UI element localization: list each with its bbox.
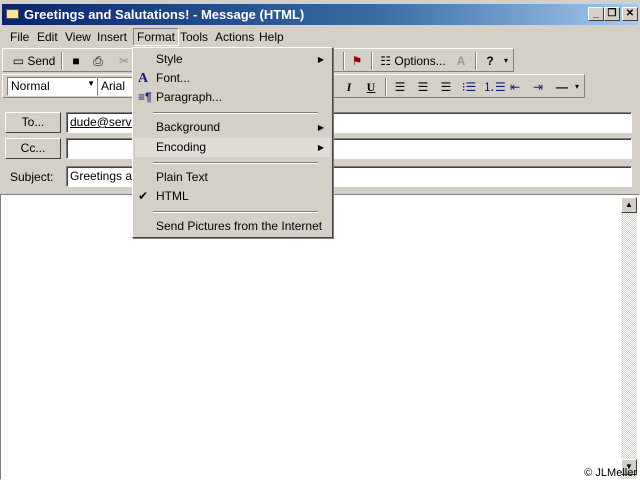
submenu-arrow-icon: ▶ bbox=[317, 143, 324, 152]
menu-item-send-pictures[interactable]: Send Pictures from the Internet bbox=[135, 217, 330, 236]
send-button[interactable]: ▭ Send bbox=[11, 52, 57, 70]
print-icon[interactable]: ⎙ bbox=[89, 52, 107, 70]
bullets-icon[interactable]: ⁝☰ bbox=[460, 78, 478, 96]
menu-item-paragraph[interactable]: ≡¶ Paragraph... bbox=[135, 88, 330, 107]
options-button[interactable]: ☷ Options... bbox=[377, 52, 449, 70]
save-icon[interactable]: ■ bbox=[67, 52, 85, 70]
horizontal-line-icon[interactable]: — bbox=[553, 78, 571, 96]
menu-separator bbox=[153, 112, 318, 114]
menu-edit[interactable]: Edit bbox=[37, 30, 58, 44]
subject-label: Subject: bbox=[10, 170, 54, 184]
menu-item-html[interactable]: ✔ HTML bbox=[135, 187, 330, 206]
italic-button[interactable]: I bbox=[341, 78, 357, 96]
menu-separator bbox=[153, 162, 318, 164]
cut-icon[interactable]: ✂ bbox=[117, 52, 131, 70]
menu-item-encoding[interactable]: Encoding ▶ bbox=[135, 138, 330, 157]
vertical-scrollbar[interactable]: ▲ ▼ bbox=[621, 197, 637, 479]
menu-help[interactable]: Help bbox=[259, 30, 284, 44]
toolbar-options-arrow-icon[interactable]: ▾ bbox=[572, 78, 582, 96]
menu-view[interactable]: View bbox=[65, 30, 91, 44]
chevron-down-icon: ▼ bbox=[87, 79, 95, 88]
restore-button[interactable]: ❐ bbox=[604, 7, 620, 21]
menu-format[interactable]: Format bbox=[133, 28, 180, 46]
style-select[interactable]: Normal ▼ bbox=[7, 77, 97, 96]
options-icon: ☷ bbox=[380, 54, 395, 68]
font-color-icon[interactable]: A bbox=[453, 52, 469, 70]
menu-separator bbox=[153, 211, 318, 213]
font-icon: A bbox=[138, 71, 149, 86]
envelope-icon bbox=[6, 9, 19, 19]
menu-tools[interactable]: Tools bbox=[180, 30, 208, 44]
align-right-icon[interactable]: ☰ bbox=[437, 78, 455, 96]
submenu-arrow-icon: ▶ bbox=[317, 55, 324, 64]
flag-icon[interactable]: ⚑ bbox=[349, 52, 365, 70]
separator bbox=[385, 78, 387, 96]
menu-file[interactable]: File bbox=[10, 30, 29, 44]
title-bar: Greetings and Salutations! - Message (HT… bbox=[2, 4, 638, 25]
menu-bar: File Edit View Insert Format Tools Actio… bbox=[2, 27, 638, 47]
paragraph-icon: ≡¶ bbox=[138, 90, 152, 104]
help-icon[interactable]: ? bbox=[481, 52, 499, 70]
underline-button[interactable]: U bbox=[363, 78, 379, 96]
send-icon: ▭ bbox=[12, 54, 28, 68]
numbering-icon[interactable]: ⒈☰ bbox=[483, 78, 506, 96]
menu-item-background[interactable]: Background ▶ bbox=[135, 118, 330, 137]
menu-actions[interactable]: Actions bbox=[215, 30, 254, 44]
align-left-icon[interactable]: ☰ bbox=[391, 78, 409, 96]
menu-item-plain-text[interactable]: Plain Text bbox=[135, 168, 330, 187]
submenu-arrow-icon: ▶ bbox=[317, 123, 324, 132]
decrease-indent-icon[interactable]: ⇤ bbox=[506, 78, 524, 96]
toolbar-options-arrow-icon[interactable]: ▾ bbox=[501, 52, 511, 70]
watermark: © JLMeller bbox=[584, 467, 637, 479]
menu-insert[interactable]: Insert bbox=[97, 30, 127, 44]
menu-item-font[interactable]: A Font... bbox=[135, 69, 330, 88]
menu-item-style[interactable]: Style ▶ bbox=[135, 50, 330, 69]
align-center-icon[interactable]: ☰ bbox=[414, 78, 432, 96]
window-title: Greetings and Salutations! - Message (HT… bbox=[24, 7, 305, 22]
font-select[interactable]: Arial bbox=[97, 77, 137, 96]
separator bbox=[475, 52, 477, 70]
separator bbox=[343, 52, 345, 70]
separator bbox=[371, 52, 373, 70]
increase-indent-icon[interactable]: ⇥ bbox=[529, 78, 547, 96]
cc-button[interactable]: Cc... bbox=[5, 138, 61, 159]
close-button[interactable]: ✕ bbox=[622, 7, 638, 21]
to-button[interactable]: To... bbox=[5, 112, 61, 133]
checkmark-icon: ✔ bbox=[138, 189, 149, 203]
minimize-button[interactable]: _ bbox=[588, 7, 604, 21]
scroll-up-icon[interactable]: ▲ bbox=[621, 197, 637, 213]
separator bbox=[61, 52, 63, 70]
format-menu: Style ▶ A Font... ≡¶ Paragraph... Backgroun… bbox=[132, 47, 333, 238]
